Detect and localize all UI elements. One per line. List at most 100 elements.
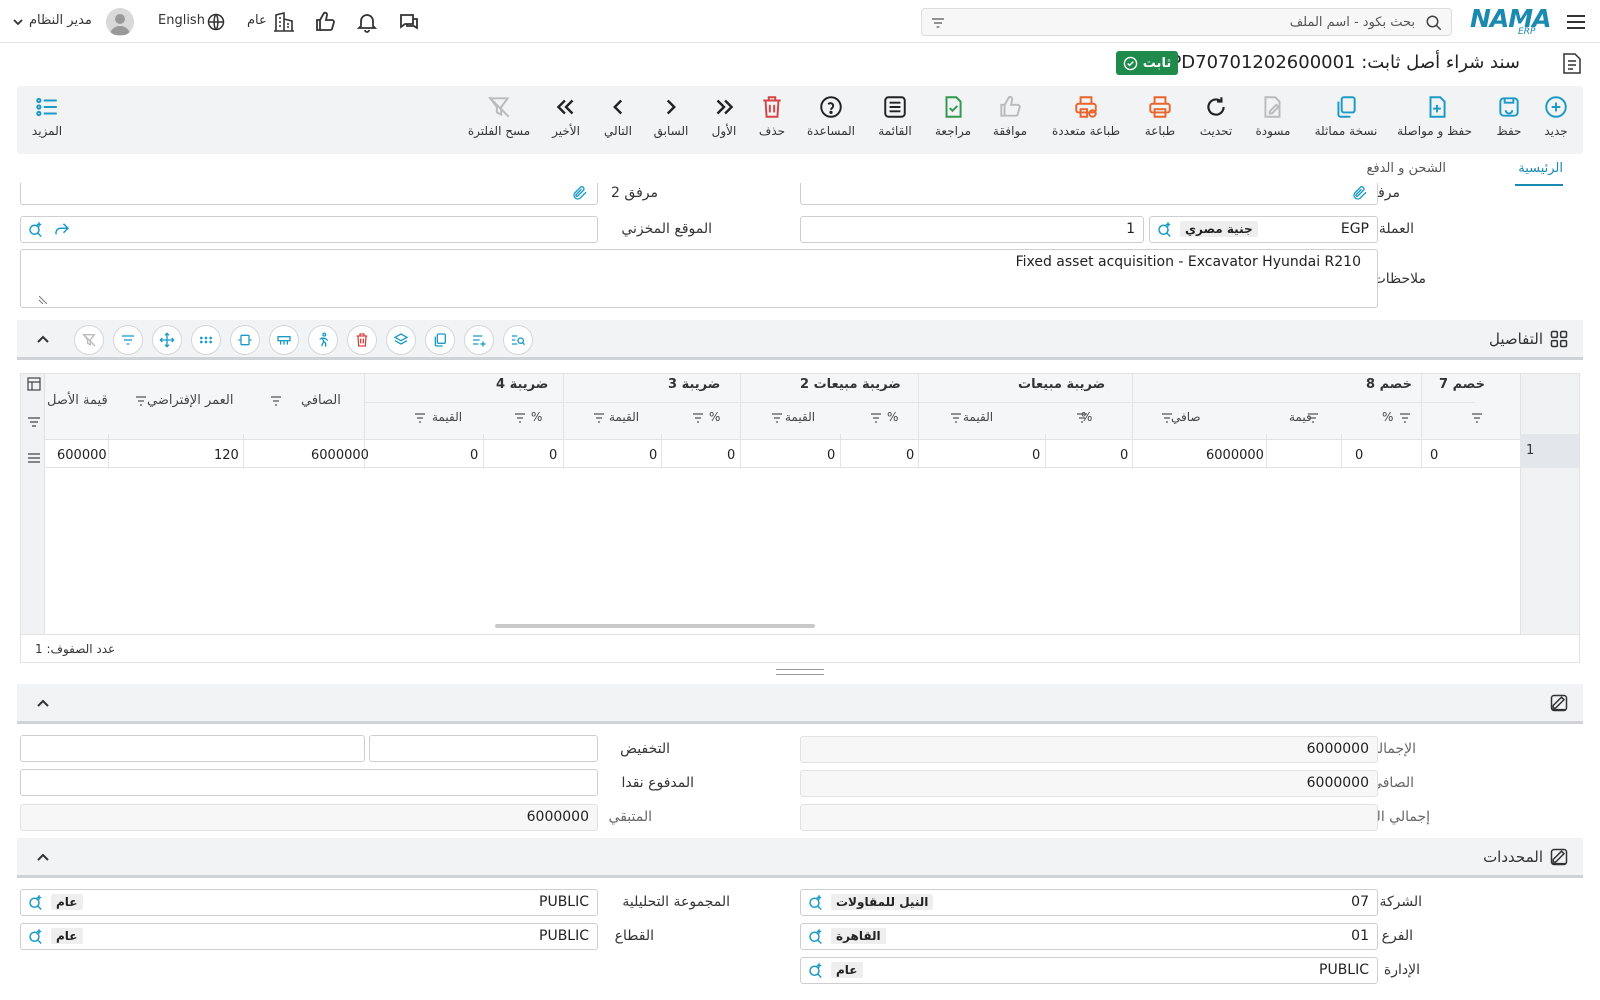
paperclip-icon[interactable] [1351,184,1369,202]
column-filter-icon[interactable] [270,395,282,407]
analytic-group-field[interactable]: PUBLIC عام [20,889,598,916]
column-filter-icon[interactable] [1076,412,1088,424]
column-filter-icon[interactable] [950,412,962,424]
column-filter-icon[interactable] [414,412,426,424]
clear-filter-button[interactable]: مسح الفلترة [464,94,534,138]
tab-shipping-payment[interactable]: الشحن و الدفع [1366,161,1446,176]
cell-st-pct[interactable]: 0 [1120,448,1128,463]
row-number-cell[interactable]: 1 [1520,434,1579,468]
col-t4-value[interactable]: القيمة [432,410,462,424]
cell-t4-pct[interactable]: 0 [549,448,557,463]
column-filter-icon[interactable] [1307,412,1319,424]
attachment2-field[interactable] [20,183,598,205]
user-name[interactable]: مدير النظام [29,13,92,28]
chevron-down-icon[interactable] [12,16,24,28]
more-button[interactable]: المزيد [12,94,82,138]
multi-print-button[interactable]: طباعة متعددة [1051,94,1121,138]
col-st-value[interactable]: القيمة [963,410,993,424]
menu-icon[interactable] [1564,10,1588,34]
cell-t4-value[interactable]: 0 [470,448,478,463]
cell-st2-pct[interactable]: 0 [906,448,914,463]
last-button[interactable]: الأخير [531,94,601,138]
save-continue-button[interactable]: حفظ و مواصلة [1397,94,1472,138]
col-net[interactable]: صافي [1171,410,1201,424]
discount-percent-field[interactable] [369,735,598,762]
cell-t3-pct[interactable]: 0 [727,448,735,463]
column-filter-icon[interactable] [135,395,147,407]
col-asset-value[interactable]: قيمة الأصل [47,393,108,408]
column-filter-icon[interactable] [870,412,882,424]
warehouse-field[interactable] [20,216,598,243]
thumbs-up-icon[interactable] [313,10,337,34]
lookup-icon[interactable] [1156,220,1174,238]
move-button[interactable] [152,325,182,355]
add-row-button[interactable] [464,325,494,355]
lookup-icon[interactable] [807,927,825,945]
col-d8-pct[interactable]: % [1382,410,1393,424]
col-t4-pct[interactable]: % [531,410,542,424]
cell-net[interactable]: 6000000 [1206,448,1264,463]
resize-handle-icon[interactable] [39,296,47,304]
exchange-rate-field[interactable]: 1 [800,216,1144,243]
column-filter-icon[interactable] [514,412,526,424]
bell-icon[interactable] [355,10,379,34]
column-filter-icon[interactable] [771,412,783,424]
search-input[interactable]: بحث بكود - اسم الملف [921,8,1452,36]
avatar[interactable] [106,8,134,36]
language-switch[interactable]: English [158,13,205,28]
tab-main[interactable]: الرئيسية [1518,161,1563,176]
chevron-up-icon[interactable] [35,850,51,866]
column-filter-icon[interactable] [1399,412,1411,424]
lookup-icon[interactable] [27,893,45,911]
fit-columns-button[interactable] [230,325,260,355]
row-menu-icon[interactable] [27,452,41,464]
resize-splitter[interactable] [776,669,824,675]
cell-d8-value[interactable]: 0 [1355,448,1363,463]
cell-default-life[interactable]: 120 [214,448,239,463]
clear-filter-grid-button[interactable] [74,325,104,355]
column-filter-icon[interactable] [1471,412,1483,424]
apps-button[interactable] [191,325,221,355]
duplicate-button[interactable]: نسخة مماثلة [1311,94,1381,138]
currency-field[interactable]: EGP جنية مصري [1149,216,1378,243]
save-button[interactable]: حفظ [1474,94,1544,138]
column-filter-icon[interactable] [692,412,704,424]
department-field[interactable]: PUBLIC عام [800,957,1378,984]
list-button[interactable]: القائمة [860,94,930,138]
cash-paid-field[interactable] [20,769,598,796]
discount-amount-field[interactable] [20,735,365,762]
copy-row-button[interactable] [425,325,455,355]
lookup-icon[interactable] [27,927,45,945]
filter-icon[interactable] [930,15,946,31]
col-t3-pct[interactable]: % [709,410,720,424]
branch-label[interactable]: عام [247,13,267,28]
col-net-total[interactable]: الصافي [301,393,341,408]
chat-icon[interactable] [397,10,421,34]
delete-row-button[interactable] [347,325,377,355]
table-settings-icon[interactable] [27,377,41,391]
chevron-up-icon[interactable] [35,696,51,712]
attachment-field[interactable] [800,183,1378,205]
lookup-icon[interactable] [807,961,825,979]
nama-logo[interactable]: NAMA ERP [1470,4,1556,38]
cell-st2-value[interactable]: 0 [827,448,835,463]
layers-button[interactable] [386,325,416,355]
building-icon[interactable] [272,10,296,34]
lookup-icon[interactable] [27,220,45,238]
col-t3-value[interactable]: القيمة [609,410,639,424]
sector-field[interactable]: PUBLIC عام [20,923,598,950]
column-filter-icon[interactable] [593,412,605,424]
table-insert-button[interactable] [269,325,299,355]
col-default-life[interactable]: العمر الإفتراضي [147,393,234,408]
chevron-up-icon[interactable] [35,332,51,348]
filter-icon[interactable] [27,416,41,428]
cell-asset-value[interactable]: 600000 [57,448,107,463]
cell-d8-pct[interactable]: 0 [1430,448,1438,463]
search-icon[interactable] [1425,14,1443,32]
branch-field[interactable]: 01 القاهرة [800,923,1378,950]
col-st2-value[interactable]: القيمة [785,410,815,424]
print-button[interactable]: طباعة [1125,94,1195,138]
column-filter-icon[interactable] [1161,412,1173,424]
filter-button[interactable] [113,325,143,355]
cell-t3-value[interactable]: 0 [649,448,657,463]
